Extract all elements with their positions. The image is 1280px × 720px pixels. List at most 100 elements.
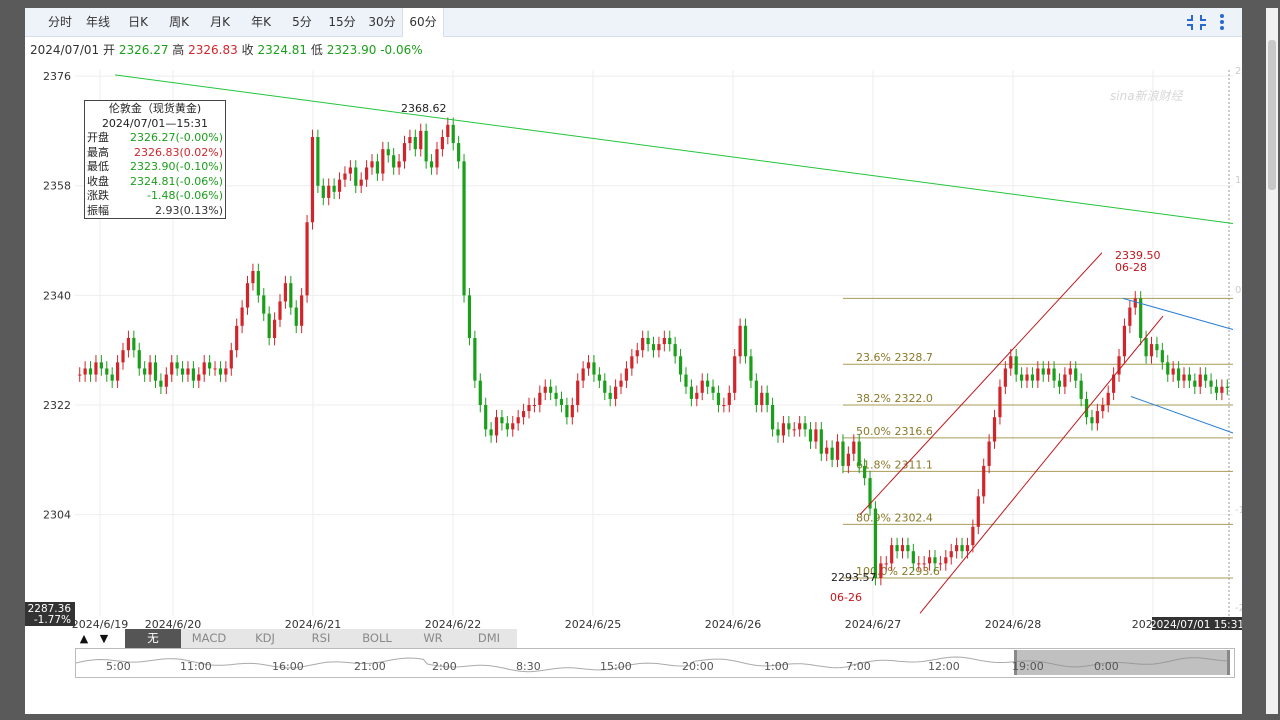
tooltip-row: 涨跌 -1.48(-0.06%) [85, 189, 225, 204]
tooltip-row-label: 最低 [87, 160, 109, 173]
navigator-label: 2:00 [432, 660, 457, 673]
indicator-2[interactable]: KDJ [237, 629, 294, 648]
candle [83, 361, 87, 382]
candle-body [743, 325, 748, 357]
candle-body [770, 405, 775, 430]
navigator-label: 21:00 [354, 660, 386, 673]
candle-body [175, 362, 179, 369]
candle-body [1139, 298, 1143, 339]
candle [316, 129, 320, 194]
range-navigator[interactable]: 5:00 11:00 16:00 21:00 2:00 8:30 15:00 20:00 1:0… [75, 648, 1235, 678]
candle-body [191, 368, 195, 381]
tooltip-time: 2024/07/01—15:31 [101, 117, 209, 130]
candle [1003, 361, 1007, 395]
candle-body [760, 392, 764, 406]
y-tick-label: 2322 [43, 399, 71, 412]
candle [419, 123, 423, 157]
candle-body [803, 423, 807, 430]
candle-body [727, 392, 731, 406]
navigator-selection[interactable] [1014, 650, 1230, 675]
candle [1166, 355, 1170, 382]
candle-body [992, 417, 997, 442]
candle [408, 129, 412, 151]
page-scrollbar-thumb[interactable] [1268, 40, 1276, 190]
candle [505, 415, 509, 437]
candle [294, 300, 298, 334]
candle [446, 117, 450, 145]
candle-body [543, 386, 547, 393]
scroll-up-arrow[interactable]: ▲ [75, 629, 93, 648]
ohlc-tooltip: 伦敦金（现货黄金) 2024/07/01—15:31 开盘 2326.27(-0.… [84, 100, 226, 219]
annotation-peak-date: 06-28 [1115, 261, 1147, 274]
x-tick-label: 2024/6/27 [845, 618, 901, 631]
candle [457, 135, 461, 169]
candle [830, 440, 834, 468]
candle [982, 458, 986, 504]
candle-body [890, 545, 894, 564]
candle [424, 123, 428, 169]
candle-body [971, 526, 975, 546]
candle-body [917, 563, 921, 565]
candle-body [148, 362, 152, 375]
candle [565, 397, 569, 425]
candle-body [83, 368, 87, 375]
candle-body [841, 441, 845, 466]
trend-line-long [114, 74, 1234, 224]
candle-body [316, 137, 320, 186]
indicator-4[interactable]: BOLL [349, 629, 406, 648]
candle [1214, 379, 1219, 401]
candle-body [1063, 374, 1067, 387]
candle-body [521, 411, 526, 418]
candle-body [267, 313, 271, 339]
indicator-6[interactable]: DMI [461, 629, 518, 648]
candle-body [614, 386, 618, 399]
candle [213, 361, 217, 376]
candle-body [879, 563, 883, 578]
candle [787, 415, 791, 437]
candle [494, 409, 499, 443]
y-tick-label: 2340 [43, 289, 71, 302]
candle-body [846, 453, 850, 466]
candle [159, 373, 163, 395]
candle-body [283, 283, 288, 302]
tooltip-row-label: 振幅 [87, 203, 109, 217]
candle [668, 330, 672, 352]
scroll-down-arrow[interactable]: ▼ [95, 629, 113, 648]
candle-body [516, 417, 520, 424]
candle [684, 367, 688, 395]
candle [256, 263, 260, 303]
fib-label: 23.6% 2328.7 [856, 351, 933, 364]
y-tick-label: 2376 [43, 70, 71, 83]
candle [343, 166, 347, 187]
candle-body [251, 271, 255, 284]
candle [835, 434, 840, 468]
candle-body [1068, 368, 1072, 375]
candle-body [955, 545, 959, 552]
indicator-5[interactable]: WR [405, 629, 462, 648]
annotation-low-date: 06-26 [830, 591, 862, 604]
candle [105, 361, 109, 382]
annotation-low: 2293.57 [831, 571, 877, 584]
candle-body [873, 508, 878, 578]
fib-label: 38.2% 2322.0 [856, 392, 933, 405]
indicator-3[interactable]: RSI [293, 629, 350, 648]
candle [197, 367, 201, 388]
candle [1112, 367, 1116, 401]
candle [348, 160, 352, 181]
right-pct-label: 0% [1235, 285, 1242, 296]
tooltip-row-label: 涨跌 [87, 189, 109, 202]
candle [235, 318, 239, 358]
indicator-1[interactable]: MACD [181, 629, 238, 648]
candle-body [153, 362, 158, 381]
candle-body [657, 344, 661, 351]
candle [132, 330, 136, 358]
candle [283, 275, 288, 309]
indicator-0[interactable]: 无 [125, 629, 182, 648]
candle [1198, 367, 1202, 395]
candle-body [678, 356, 683, 375]
candle [1052, 361, 1056, 388]
candle-body [559, 398, 564, 406]
candle-body [115, 362, 120, 381]
candle [180, 361, 185, 382]
candle [240, 300, 244, 334]
